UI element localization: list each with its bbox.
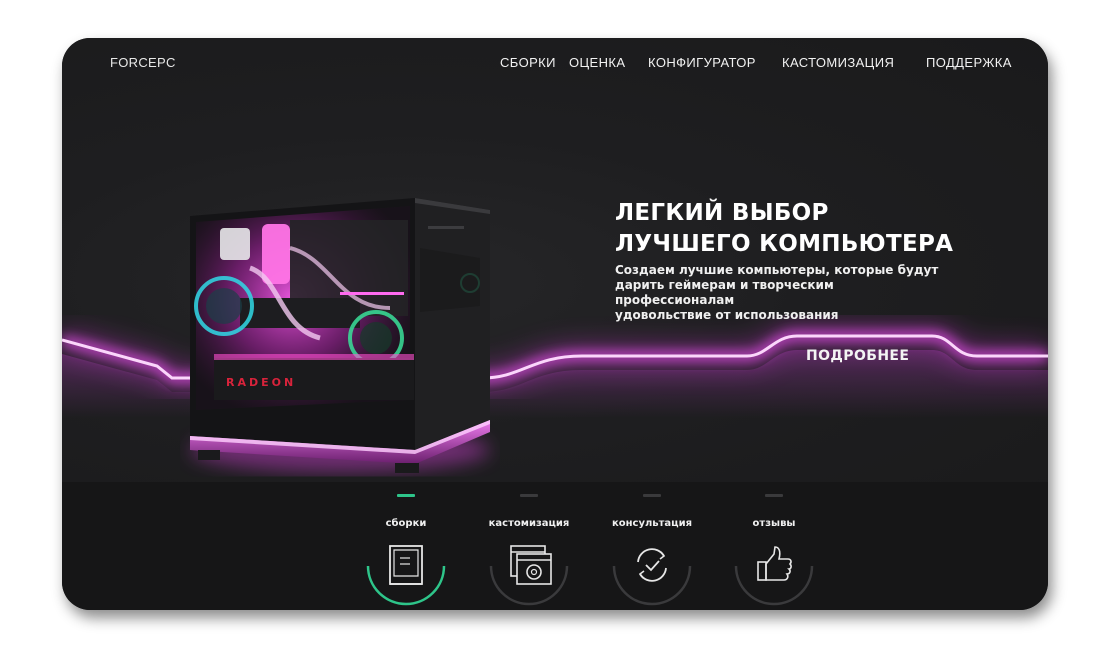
hero-headline-line-1: ЛЕГКИЙ ВЫБОР — [615, 200, 829, 226]
feature-label: кастомизация — [488, 518, 570, 529]
hero-section: RADEON FORCEPC СБОРКИ ОЦЕНКА КОНФИГУРАТО… — [62, 38, 1048, 482]
brand-logo[interactable]: FORCEPC — [110, 55, 176, 70]
nav-item-customization[interactable]: КАСТОМИЗАЦИЯ — [782, 55, 894, 70]
landing-card: RADEON FORCEPC СБОРКИ ОЦЕНКА КОНФИГУРАТО… — [62, 38, 1048, 610]
inactive-indicator — [520, 494, 538, 497]
thumbs-up-icon — [734, 546, 814, 606]
feature-label: консультация — [611, 518, 693, 529]
active-indicator — [397, 494, 415, 497]
nav-item-support[interactable]: ПОДДЕРЖКА — [926, 55, 1012, 70]
hero-description-line-2: дарить геймерам и творческим профессиона… — [615, 278, 834, 307]
gpu-brand-label: RADEON — [226, 376, 296, 389]
inactive-indicator — [765, 494, 783, 497]
hero-description: Создаем лучшие компьютеры, которые будут… — [615, 263, 955, 323]
nav-item-builds[interactable]: СБОРКИ — [500, 55, 556, 70]
pc-case-icon — [366, 545, 446, 606]
nav-item-evaluation[interactable]: ОЦЕНКА — [569, 55, 625, 70]
inactive-indicator — [643, 494, 661, 497]
hero-description-line-3: удовольствие от использования — [615, 308, 839, 322]
more-button[interactable]: ПОДРОБНЕЕ — [806, 348, 909, 364]
feature-label: сборки — [385, 518, 427, 529]
nav-item-configurator[interactable]: КОНФИГУРАТОР — [648, 55, 756, 70]
hero-headline-line-2: ЛУЧШЕГО КОМПЬЮТЕРА — [615, 231, 954, 257]
settings-window-icon — [489, 545, 569, 606]
features-bar: сборки кастомизация консультация отзывы — [62, 482, 1048, 610]
refresh-check-icon — [612, 548, 692, 606]
hero-description-line-1: Создаем лучшие компьютеры, которые будут — [615, 263, 939, 277]
feature-label: отзывы — [752, 518, 796, 529]
gaming-pc-image: RADEON — [190, 198, 490, 473]
hero-headline: ЛЕГКИЙ ВЫБОР ЛУЧШЕГО КОМПЬЮТЕРА — [615, 198, 953, 260]
